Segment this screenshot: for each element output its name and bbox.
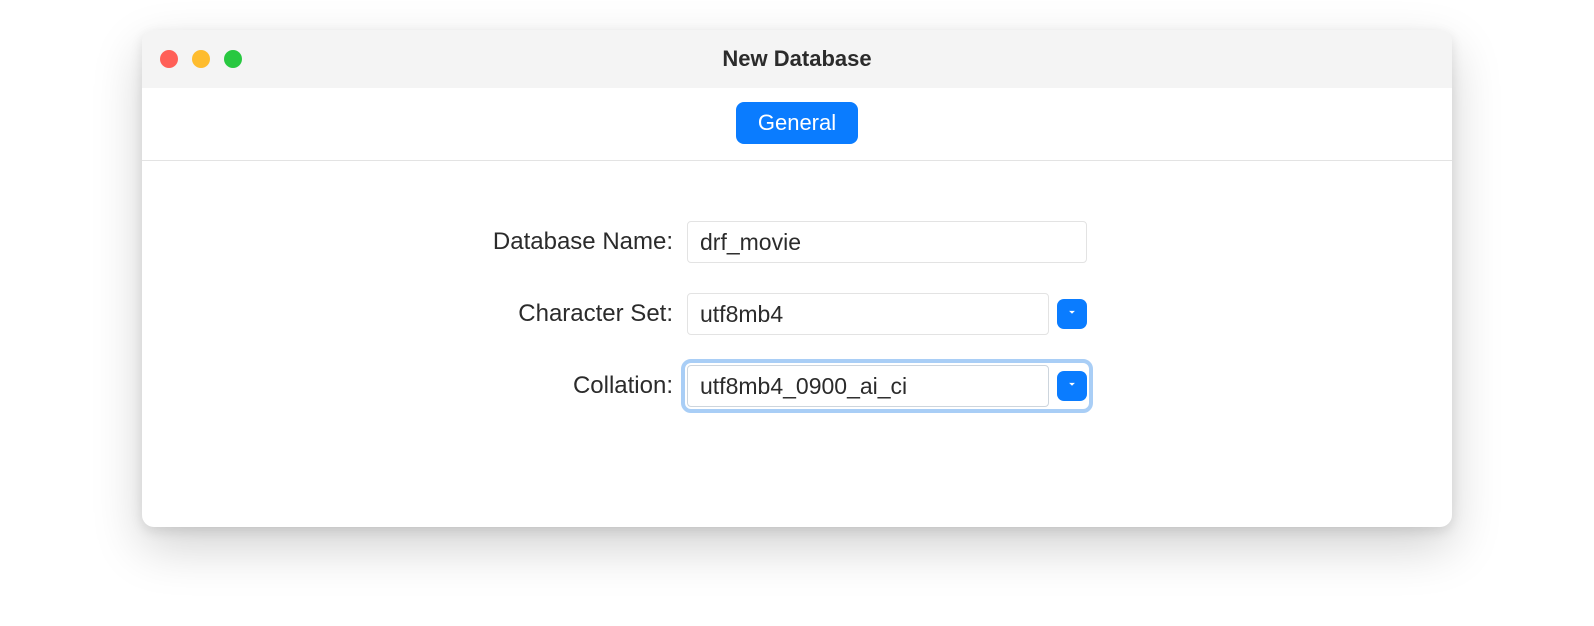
- close-window-button[interactable]: [160, 50, 178, 68]
- collation-input[interactable]: [687, 365, 1049, 407]
- window-title: New Database: [142, 46, 1452, 72]
- tab-bar: General: [142, 88, 1452, 161]
- collation-combo: [681, 359, 1093, 413]
- window-controls: [160, 50, 242, 68]
- chevron-down-icon: [1065, 305, 1079, 324]
- label-character-set: Character Set:: [182, 300, 687, 328]
- chevron-down-icon: [1065, 377, 1079, 396]
- form-area: Database Name: Character Set: Collation:: [142, 161, 1452, 527]
- row-database-name: Database Name:: [182, 221, 1412, 263]
- character-set-dropdown-button[interactable]: [1057, 299, 1087, 329]
- titlebar: New Database: [142, 30, 1452, 88]
- database-name-input-wrap: [687, 221, 1087, 263]
- row-collation: Collation:: [182, 365, 1412, 407]
- database-name-input[interactable]: [687, 221, 1087, 263]
- row-character-set: Character Set:: [182, 293, 1412, 335]
- minimize-window-button[interactable]: [192, 50, 210, 68]
- collation-dropdown-button[interactable]: [1057, 371, 1087, 401]
- character-set-combo: [687, 293, 1087, 335]
- label-collation: Collation:: [182, 372, 687, 400]
- maximize-window-button[interactable]: [224, 50, 242, 68]
- dialog-window: New Database General Database Name: Char…: [142, 30, 1452, 527]
- tab-general[interactable]: General: [736, 102, 858, 144]
- label-database-name: Database Name:: [182, 228, 687, 256]
- character-set-input[interactable]: [687, 293, 1049, 335]
